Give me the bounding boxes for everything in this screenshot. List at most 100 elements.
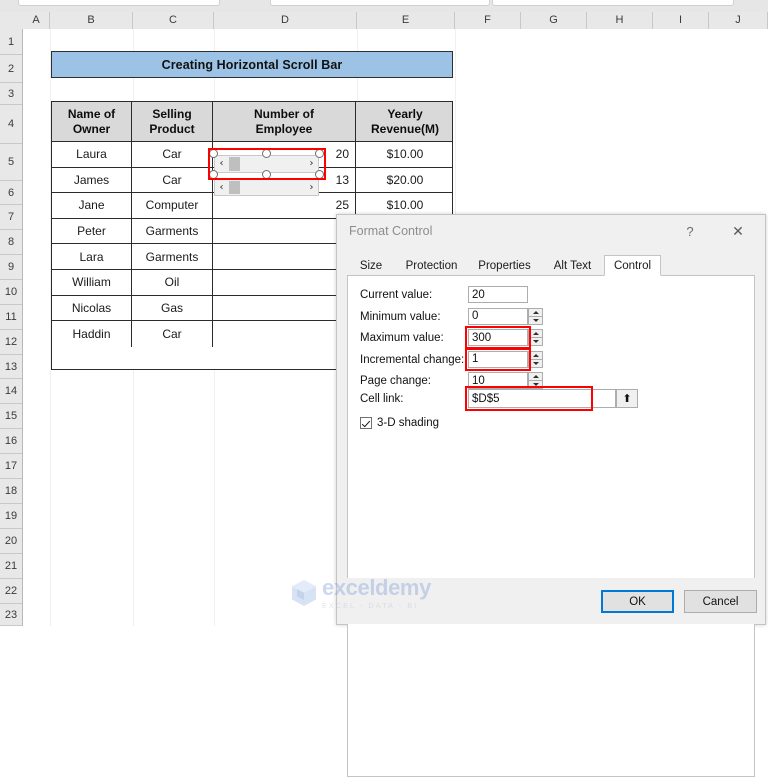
row-header-17[interactable]: 17 <box>0 454 22 479</box>
resize-handle-se[interactable] <box>315 170 324 179</box>
column-header-c[interactable]: C <box>133 12 214 29</box>
cell-revenue[interactable]: $10.00 <box>356 142 454 167</box>
help-icon[interactable]: ? <box>677 222 703 242</box>
cell-product[interactable]: Oil <box>132 270 213 295</box>
row-header-4[interactable]: 4 <box>0 105 22 144</box>
cell-employees[interactable]: 3 <box>213 295 356 321</box>
checkbox-box-icon[interactable] <box>360 417 372 429</box>
cell-product[interactable]: Computer <box>132 193 213 218</box>
row-header-3[interactable]: 3 <box>0 83 22 105</box>
column-header-h[interactable]: H <box>587 12 653 29</box>
column-header-a[interactable]: A <box>23 12 50 29</box>
cell-product[interactable]: Car <box>132 142 213 167</box>
cell-employees[interactable]: 1 <box>213 321 356 347</box>
row-header-2[interactable]: 2 <box>0 55 22 83</box>
cell-owner[interactable]: Nicolas <box>52 295 132 321</box>
tab-protection[interactable]: Protection <box>395 256 468 276</box>
row-header-13[interactable]: 13 <box>0 355 22 379</box>
spinner-minimum-value[interactable] <box>528 307 543 325</box>
row-header-12[interactable]: 12 <box>0 330 22 355</box>
cell-product[interactable]: Garments <box>132 218 213 244</box>
tab-properties[interactable]: Properties <box>468 256 541 276</box>
cell-employees[interactable]: 2 <box>213 270 356 295</box>
spinner-incremental-change[interactable] <box>528 350 543 368</box>
spinner-down-icon[interactable] <box>529 381 542 388</box>
tab-size[interactable]: Size <box>347 256 395 276</box>
cell-product[interactable]: Car <box>132 167 213 193</box>
field-input-minimum-value[interactable]: 0 <box>468 307 528 325</box>
cell-owner[interactable]: Peter <box>52 218 132 244</box>
column-header-e[interactable]: E <box>357 12 455 29</box>
cell-owner[interactable]: Jane <box>52 193 132 218</box>
column-header-d[interactable]: D <box>214 12 357 29</box>
scroll-thumb[interactable] <box>229 181 240 194</box>
resize-handle-nw[interactable] <box>209 149 218 158</box>
cell-owner[interactable]: Haddin <box>52 321 132 347</box>
scroll-left-arrow-icon[interactable]: ‹ <box>215 180 228 195</box>
cell-owner[interactable]: William <box>52 270 132 295</box>
row-header-7[interactable]: 7 <box>0 205 22 230</box>
scrollbar-control-row-6[interactable]: ‹ › <box>214 179 319 196</box>
spinner-page-change[interactable] <box>528 372 543 389</box>
column-header-i[interactable]: I <box>653 12 709 29</box>
tab-control[interactable]: Control <box>604 255 661 276</box>
dialog-title-bar[interactable]: Format Control ? ✕ <box>337 215 765 249</box>
row-header-9[interactable]: 9 <box>0 255 22 280</box>
cell-owner[interactable]: Lara <box>52 244 132 269</box>
row-header-14[interactable]: 14 <box>0 379 22 404</box>
close-icon[interactable]: ✕ <box>723 221 753 243</box>
format-control-dialog[interactable]: Format Control ? ✕ Size Protection Propert… <box>336 214 766 777</box>
cell-revenue[interactable]: $20.00 <box>356 168 454 193</box>
resize-handle-s[interactable] <box>262 170 271 179</box>
column-header-b[interactable]: B <box>50 12 133 29</box>
row-header-22[interactable]: 22 <box>0 579 22 604</box>
ok-button[interactable]: OK <box>601 590 674 613</box>
row-header-11[interactable]: 11 <box>0 305 22 330</box>
row-header-5[interactable]: 5 <box>0 144 22 181</box>
cancel-button[interactable]: Cancel <box>684 590 757 613</box>
tab-alt-text[interactable]: Alt Text <box>541 256 604 276</box>
cell-link-input[interactable]: $D$5 <box>468 389 616 408</box>
cell-employees[interactable]: 25 <box>213 193 356 218</box>
row-header-21[interactable]: 21 <box>0 554 22 579</box>
row-header-20[interactable]: 20 <box>0 529 22 554</box>
field-input-incremental-change[interactable]: 1 <box>468 350 528 368</box>
row-header-6[interactable]: 6 <box>0 181 22 205</box>
spinner-up-icon[interactable] <box>529 373 542 380</box>
spinner-up-icon[interactable] <box>529 330 542 337</box>
scroll-right-arrow-icon[interactable]: › <box>305 180 318 195</box>
field-input-maximum-value[interactable]: 300 <box>468 329 528 346</box>
spinner-down-icon[interactable] <box>529 338 542 345</box>
row-header-19[interactable]: 19 <box>0 504 22 529</box>
resize-handle-sw[interactable] <box>209 170 218 179</box>
field-input-current-value[interactable]: 20 <box>468 286 528 303</box>
row-header-15[interactable]: 15 <box>0 404 22 429</box>
resize-handle-n[interactable] <box>262 149 271 158</box>
cell-owner[interactable]: James <box>52 167 132 193</box>
cell-product[interactable]: Gas <box>132 295 213 321</box>
column-header-g[interactable]: G <box>521 12 587 29</box>
row-header-10[interactable]: 10 <box>0 280 22 305</box>
cell-owner[interactable]: Laura <box>52 142 132 167</box>
spinner-up-icon[interactable] <box>529 309 542 316</box>
column-header-j[interactable]: J <box>709 12 768 29</box>
cell-employees[interactable]: 5 <box>213 218 356 244</box>
row-header-23[interactable]: 23 <box>0 604 22 626</box>
row-header-1[interactable]: 1 <box>0 29 22 55</box>
cell-picker-icon[interactable]: ⬆ <box>616 389 638 408</box>
spinner-up-icon[interactable] <box>529 352 542 359</box>
column-header-f[interactable]: F <box>455 12 521 29</box>
cell-product[interactable]: Car <box>132 321 213 347</box>
cell-product[interactable]: Garments <box>132 244 213 269</box>
three-d-shading-checkbox[interactable]: 3-D shading <box>360 417 439 429</box>
field-input-page-change[interactable]: 10 <box>468 372 528 389</box>
spinner-maximum-value[interactable] <box>528 329 543 346</box>
row-header-18[interactable]: 18 <box>0 479 22 504</box>
scrollbar-selection-handles[interactable] <box>209 149 324 179</box>
spinner-down-icon[interactable] <box>529 317 542 324</box>
row-header-16[interactable]: 16 <box>0 429 22 454</box>
resize-handle-ne[interactable] <box>315 149 324 158</box>
row-header-8[interactable]: 8 <box>0 230 22 255</box>
scroll-track[interactable] <box>228 180 305 195</box>
cell-employees[interactable]: 7 <box>213 244 356 269</box>
